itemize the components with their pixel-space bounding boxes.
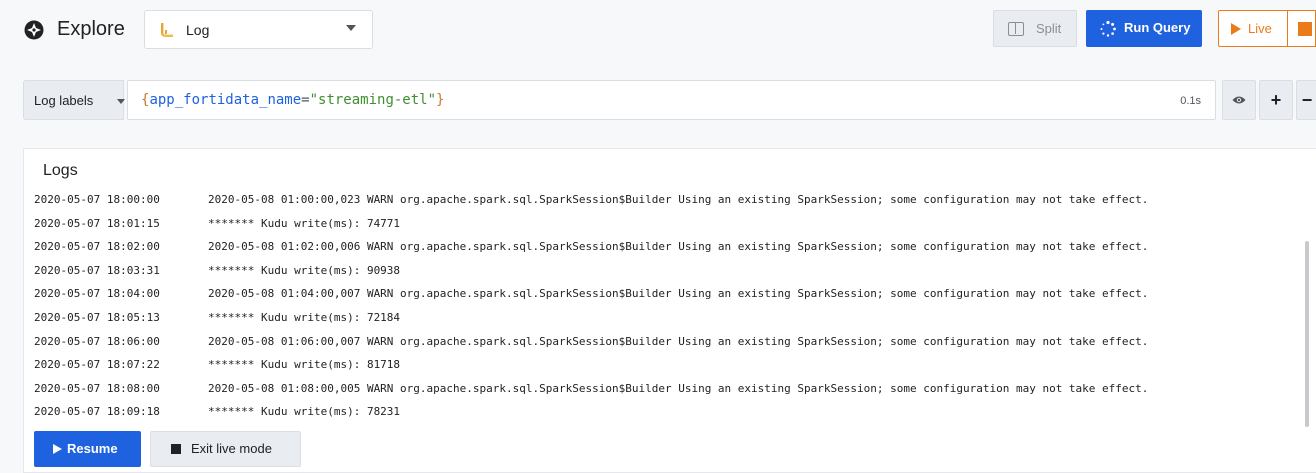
log-labels-button[interactable]: Log labels [23, 80, 125, 120]
log-message: 2020-05-08 01:02:00,006 WARN org.apache.… [208, 240, 1149, 254]
explore-toolbar: Explore Log Split Run Query Live [0, 0, 1316, 60]
log-row[interactable]: 2020-05-07 18:09:18 ******* Kudu write(ms… [34, 401, 1304, 425]
logs-datasource-icon [161, 23, 173, 37]
logs-title: Logs [43, 162, 78, 179]
log-message: ******* Kudu write(ms): 81718 [208, 358, 401, 372]
log-timestamp: 2020-05-07 18:00:00 [34, 193, 160, 206]
chevron-down-icon [346, 25, 356, 31]
log-message: 2020-05-08 01:08:00,005 WARN org.apache.… [208, 381, 1149, 395]
query-input[interactable]: {app_fortidata_name="streaming-etl"} 0.1… [127, 80, 1216, 120]
log-row[interactable]: 2020-05-07 18:04:00 2020-05-08 01:04:00,0… [34, 283, 1304, 307]
log-message: ******* Kudu write(ms): 90938 [208, 263, 401, 277]
exit-live-mode-button[interactable]: Exit live mode [150, 431, 301, 467]
log-timestamp: 2020-05-07 18:08:00 [34, 381, 160, 395]
log-row[interactable]: 2020-05-07 18:05:13 ******* Kudu write(ms… [34, 307, 1304, 331]
live-label: Live [1248, 21, 1272, 36]
log-labels-label: Log labels [34, 93, 94, 108]
remove-query-button[interactable]: − [1296, 80, 1316, 120]
stop-icon [1298, 22, 1312, 36]
log-timestamp: 2020-05-07 18:09:18 [34, 405, 160, 419]
eye-icon [1232, 96, 1246, 104]
logs-panel: Logs 2020-05-07 18:00:00 2020-05-08 01:00… [23, 148, 1316, 473]
query-text: {app_fortidata_name="streaming-etl"} [141, 91, 444, 109]
add-query-button[interactable]: + [1259, 80, 1293, 120]
split-icon [1008, 22, 1024, 36]
resume-button[interactable]: Resume [34, 431, 141, 467]
toggle-query-button[interactable] [1222, 80, 1256, 120]
log-message: ******* Kudu write(ms): 78231 [208, 405, 401, 419]
run-query-label: Run Query [1124, 20, 1191, 35]
log-row[interactable]: 2020-05-07 18:03:31 ******* Kudu write(ms… [34, 260, 1304, 284]
log-timestamp: 2020-05-07 18:01:15 [34, 216, 160, 230]
resume-label: Resume [67, 441, 118, 456]
log-timestamp: 2020-05-07 18:06:00 [34, 334, 160, 348]
log-message: 2020-05-08 01:00:00,023 WARN org.apache.… [208, 193, 1149, 206]
compass-icon [24, 20, 44, 40]
datasource-name: Log [186, 22, 210, 38]
log-message: ******* Kudu write(ms): 74771 [208, 216, 401, 230]
log-rows: 2020-05-07 18:00:00 2020-05-08 01:00:00,0… [34, 189, 1304, 425]
play-icon [53, 444, 62, 454]
query-label-key: app_fortidata_name [149, 92, 302, 108]
log-timestamp: 2020-05-07 18:03:31 [34, 263, 160, 277]
stop-icon [171, 444, 181, 454]
log-row[interactable]: 2020-05-07 18:02:00 2020-05-08 01:02:00,0… [34, 236, 1304, 260]
log-row[interactable]: 2020-05-07 18:07:22 ******* Kudu write(ms… [34, 354, 1304, 378]
run-query-icon [1100, 20, 1116, 37]
query-label-value: "streaming-etl" [309, 92, 437, 108]
log-row[interactable]: 2020-05-07 18:06:00 2020-05-08 01:06:00,0… [34, 331, 1304, 355]
live-button[interactable]: Live [1218, 10, 1288, 47]
log-timestamp: 2020-05-07 18:02:00 [34, 240, 160, 254]
split-label: Split [1036, 21, 1062, 36]
page-title: Explore [57, 18, 125, 40]
log-message: 2020-05-08 01:06:00,007 WARN org.apache.… [208, 334, 1149, 348]
log-timestamp: 2020-05-07 18:05:13 [34, 310, 160, 324]
exit-live-mode-label: Exit live mode [191, 441, 272, 456]
log-row[interactable]: 2020-05-07 18:00:00 2020-05-08 01:00:00,0… [34, 189, 1304, 213]
run-query-button[interactable]: Run Query [1086, 10, 1202, 47]
query-close-brace: } [436, 92, 445, 108]
play-icon [1231, 23, 1241, 35]
log-row[interactable]: 2020-05-07 18:01:15 ******* Kudu write(ms… [34, 213, 1304, 237]
split-button[interactable]: Split [993, 10, 1077, 47]
datasource-picker[interactable]: Log [144, 10, 373, 49]
log-message: 2020-05-08 01:04:00,007 WARN org.apache.… [208, 287, 1149, 301]
log-row[interactable]: 2020-05-07 18:08:00 2020-05-08 01:08:00,0… [34, 378, 1304, 402]
query-time: 0.1s [1180, 95, 1201, 107]
log-timestamp: 2020-05-07 18:04:00 [34, 287, 160, 301]
log-message: ******* Kudu write(ms): 72184 [208, 310, 401, 324]
chevron-down-icon [117, 99, 125, 104]
live-stop-button[interactable] [1288, 10, 1316, 47]
log-timestamp: 2020-05-07 18:07:22 [34, 358, 160, 372]
logs-scrollbar[interactable] [1305, 241, 1309, 427]
query-operator: = [301, 92, 310, 108]
